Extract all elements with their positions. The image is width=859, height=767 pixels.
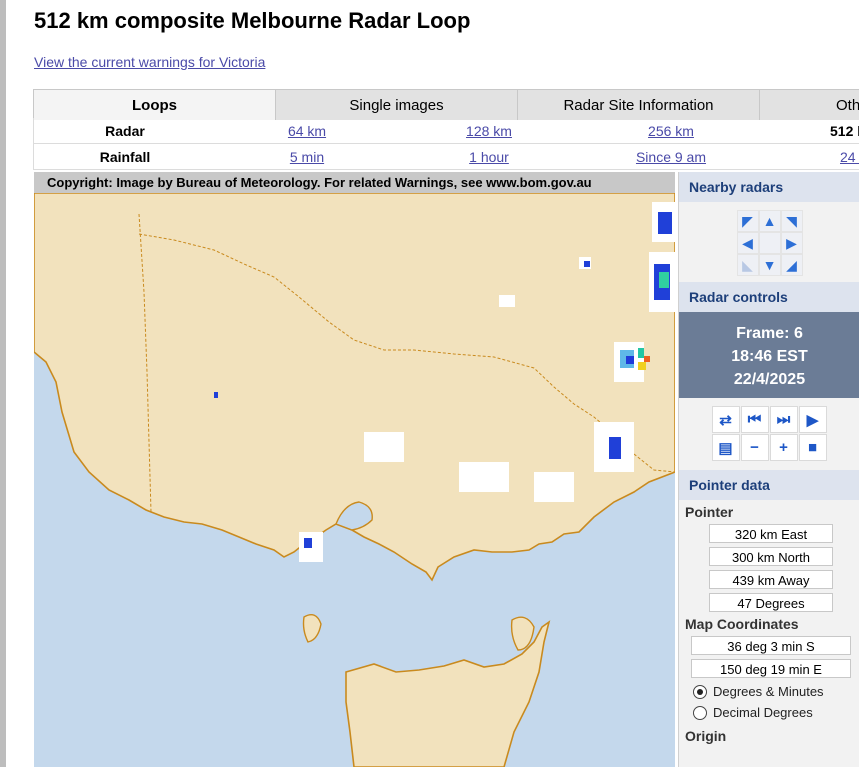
- frame-date: 22/4/2025: [733, 371, 806, 388]
- origin-label: Origin: [685, 728, 727, 744]
- arrow-northwest-icon[interactable]: ◤: [736, 210, 759, 232]
- arrow-southwest-icon: ◣: [736, 254, 759, 276]
- rainfall-row: Rainfall 5 min 1 hour Since 9 am 24 ho: [33, 144, 859, 170]
- tab-other[interactable]: Oth: [759, 90, 859, 120]
- frame-time: 18:46 EST: [731, 348, 808, 365]
- radio-selected-icon[interactable]: [693, 684, 707, 699]
- step-back-icon[interactable]: ⏮: [740, 406, 769, 433]
- map-coordinates-label: Map Coordinates: [685, 616, 799, 632]
- tab-loops[interactable]: Loops: [33, 90, 275, 120]
- rainfall-row-header: Rainfall: [99, 149, 151, 165]
- page-title: 512 km composite Melbourne Radar Loop: [34, 8, 471, 33]
- radio-unselected-icon[interactable]: [693, 705, 707, 720]
- radar-row: Radar 64 km 128 km 256 km 512 km co: [33, 118, 859, 144]
- radar-256km-link[interactable]: 256 km: [648, 123, 694, 139]
- degrees-minutes-option[interactable]: Degrees & Minutes: [693, 684, 859, 699]
- warnings-link[interactable]: View the current warnings for Victoria: [34, 54, 265, 70]
- arrow-west-icon[interactable]: ◀: [736, 232, 759, 254]
- slower-icon[interactable]: −: [740, 434, 769, 461]
- playback-controls: ⇄ ⏮ ⏭ ▶ ▤ − + ■: [711, 406, 828, 462]
- radar-map-image: [34, 172, 675, 767]
- arrow-southeast-icon[interactable]: ◢: [780, 254, 803, 276]
- pointer-label: Pointer: [685, 504, 734, 520]
- tab-single-images[interactable]: Single images: [275, 90, 517, 120]
- sidebar: Nearby radars ◤ ▲ ◥ ◀ ▶ ◣ ▼ ◢ Radar cont…: [678, 172, 859, 767]
- decimal-degrees-label: Decimal Degrees: [713, 705, 813, 720]
- nav-center: [758, 232, 781, 254]
- print-icon[interactable]: ▤: [711, 434, 740, 461]
- pointer-data-heading: Pointer data: [679, 470, 859, 500]
- rainfall-1hour-link[interactable]: 1 hour: [469, 149, 509, 165]
- stop-icon[interactable]: ■: [798, 434, 827, 461]
- faster-icon[interactable]: +: [769, 434, 798, 461]
- pointer-away: 439 km Away: [709, 570, 833, 589]
- rainfall-since9am-link[interactable]: Since 9 am: [636, 149, 706, 165]
- tab-radar-site-information[interactable]: Radar Site Information: [517, 90, 759, 120]
- degrees-minutes-label: Degrees & Minutes: [713, 684, 824, 699]
- rainfall-24hour-link[interactable]: 24 ho: [840, 149, 859, 165]
- radar-row-header: Radar: [105, 123, 145, 139]
- decimal-degrees-option[interactable]: Decimal Degrees: [693, 705, 859, 720]
- frame-number: Frame: 6: [736, 325, 803, 342]
- step-forward-icon[interactable]: ⏭: [769, 406, 798, 433]
- pointer-north: 300 km North: [709, 547, 833, 566]
- frame-info: Frame: 6 18:46 EST 22/4/2025: [679, 312, 859, 398]
- pointer-east: 320 km East: [709, 524, 833, 543]
- arrow-south-icon[interactable]: ▼: [758, 254, 781, 276]
- nearby-radars-heading: Nearby radars: [679, 172, 859, 202]
- radar-controls-heading: Radar controls: [679, 282, 859, 312]
- arrow-east-icon[interactable]: ▶: [780, 232, 803, 254]
- play-icon[interactable]: ▶: [798, 406, 827, 433]
- tab-bar: Loops Single images Radar Site Informati…: [33, 89, 859, 120]
- swap-icon[interactable]: ⇄: [711, 406, 740, 433]
- arrow-northeast-icon[interactable]: ◥: [780, 210, 803, 232]
- latitude-value: 36 deg 3 min S: [691, 636, 851, 655]
- radar-128km-link[interactable]: 128 km: [466, 123, 512, 139]
- radar-64km-link[interactable]: 64 km: [288, 123, 326, 139]
- nearby-radar-nav: ◤ ▲ ◥ ◀ ▶ ◣ ▼ ◢: [736, 210, 803, 276]
- arrow-north-icon[interactable]: ▲: [758, 210, 781, 232]
- page-edge: [0, 0, 6, 767]
- rainfall-5min-link[interactable]: 5 min: [290, 149, 324, 165]
- copyright-banner: Copyright: Image by Bureau of Meteorolog…: [34, 172, 675, 193]
- longitude-value: 150 deg 19 min E: [691, 659, 851, 678]
- radar-map[interactable]: Copyright: Image by Bureau of Meteorolog…: [34, 172, 675, 767]
- pointer-degrees: 47 Degrees: [709, 593, 833, 612]
- radar-512km-current: 512 km co: [830, 123, 859, 139]
